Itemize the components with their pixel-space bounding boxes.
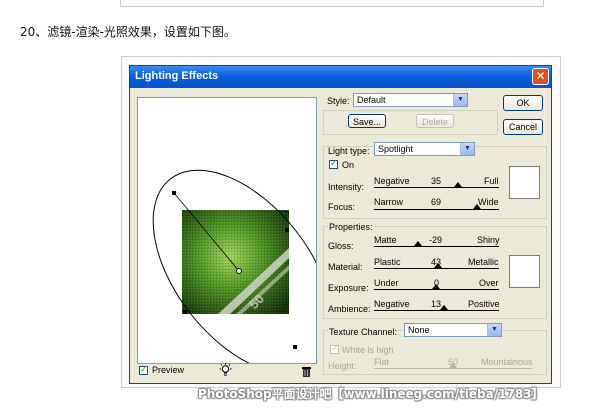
light-preview-canvas[interactable]: 50 [138, 98, 317, 364]
chevron-down-icon: ▼ [453, 94, 467, 106]
intensity-max: Full [484, 176, 499, 186]
height-slider-thumb[interactable] [449, 363, 457, 368]
trash-icon[interactable] [301, 363, 312, 382]
focus-value: 69 [431, 197, 442, 207]
gloss-max: Shiny [477, 235, 500, 245]
focus-slider-track[interactable] [374, 209, 499, 210]
intensity-slider-track[interactable] [374, 187, 499, 188]
ambience-slider-thumb[interactable] [440, 305, 448, 310]
new-light-icon[interactable] [219, 362, 232, 381]
gloss-slider-track[interactable] [374, 246, 499, 247]
gloss-min: Matte [374, 235, 397, 245]
close-button[interactable]: ✕ [532, 68, 549, 85]
ok-button[interactable]: OK [503, 95, 543, 111]
intensity-value: 35 [431, 176, 442, 186]
height-min: Flat [374, 357, 390, 367]
dialog-title: Lighting Effects [135, 70, 219, 82]
ambient-color-swatch[interactable] [509, 255, 540, 288]
material-slider-thumb[interactable] [434, 263, 442, 268]
ambience-label: Ambience: [328, 304, 371, 314]
properties-label: Properties: [328, 222, 374, 232]
texture-channel-dropdown[interactable]: None ▼ [404, 323, 502, 337]
ambience-max: Positive [468, 299, 500, 309]
light-handle[interactable] [183, 310, 187, 314]
light-color-swatch[interactable] [509, 166, 540, 199]
intensity-min: Negative [374, 176, 410, 186]
intensity-slider-thumb[interactable] [454, 182, 462, 187]
chevron-down-icon: ▼ [460, 143, 474, 155]
step-caption: 20、滤镜-渲染-光照效果，设置如下图。 [20, 25, 236, 39]
ambience-min: Negative [374, 299, 410, 309]
style-group-box [323, 110, 498, 135]
texture-channel-value: None [408, 325, 430, 335]
ambience-slider-track[interactable] [374, 310, 499, 311]
white-is-high-checkbox[interactable]: ✓ [330, 345, 339, 354]
light-handle[interactable] [285, 228, 289, 232]
gloss-label: Gloss: [328, 241, 354, 251]
focus-max: Wide [478, 197, 499, 207]
material-slider-track[interactable] [374, 268, 499, 269]
intensity-label: Intensity: [328, 182, 365, 192]
light-center-handle[interactable] [236, 268, 242, 274]
exposure-slider-thumb[interactable] [432, 284, 440, 289]
exposure-max: Over [479, 278, 499, 288]
height-label: Height: [328, 361, 357, 371]
exposure-slider-track[interactable] [374, 289, 499, 290]
gloss-slider-thumb[interactable] [414, 241, 422, 246]
preview-label: Preview [152, 365, 185, 375]
focus-min: Narrow [374, 197, 404, 207]
style-value: Default [357, 95, 386, 105]
light-on-label: On [342, 160, 355, 170]
material-min: Plastic [374, 257, 401, 267]
focus-slider-thumb[interactable] [473, 204, 481, 209]
light-handle[interactable] [172, 191, 176, 195]
height-slider-track[interactable] [374, 368, 532, 369]
grass-image: 50 [182, 210, 289, 314]
light-handle[interactable] [293, 345, 297, 349]
preview-checkbox[interactable]: ✓ [139, 366, 148, 375]
lighting-effects-dialog: Lighting Effects ✕ 50 ✓ Preview Style: D… [129, 65, 552, 384]
material-max: Metallic [468, 257, 499, 267]
light-type-dropdown[interactable]: Spotlight ▼ [374, 142, 475, 156]
exposure-min: Under [374, 278, 399, 288]
height-max: Mountainous [481, 357, 533, 367]
preview-pane[interactable]: 50 [137, 97, 317, 364]
light-on-checkbox[interactable]: ✓ [329, 160, 338, 169]
texture-channel-label: Texture Channel: [328, 327, 399, 337]
light-type-value: Spotlight [378, 144, 414, 154]
watermark-text: PhotoShop平面设计吧【www.lineeg.com/tieba/1783… [198, 387, 544, 401]
style-label: Style: [327, 96, 350, 106]
light-type-label: Light type: [328, 146, 370, 156]
title-bar[interactable]: Lighting Effects ✕ [130, 66, 551, 88]
cancel-button[interactable]: Cancel [503, 119, 543, 135]
chevron-down-icon: ▼ [487, 324, 501, 336]
white-is-high-label: White is high [342, 345, 394, 355]
previous-content-frame [120, 0, 544, 7]
material-label: Material: [328, 262, 363, 272]
gloss-value: -29 [429, 235, 443, 245]
exposure-label: Exposure: [328, 283, 369, 293]
style-dropdown[interactable]: Default ▼ [353, 93, 468, 107]
focus-label: Focus: [328, 202, 356, 212]
